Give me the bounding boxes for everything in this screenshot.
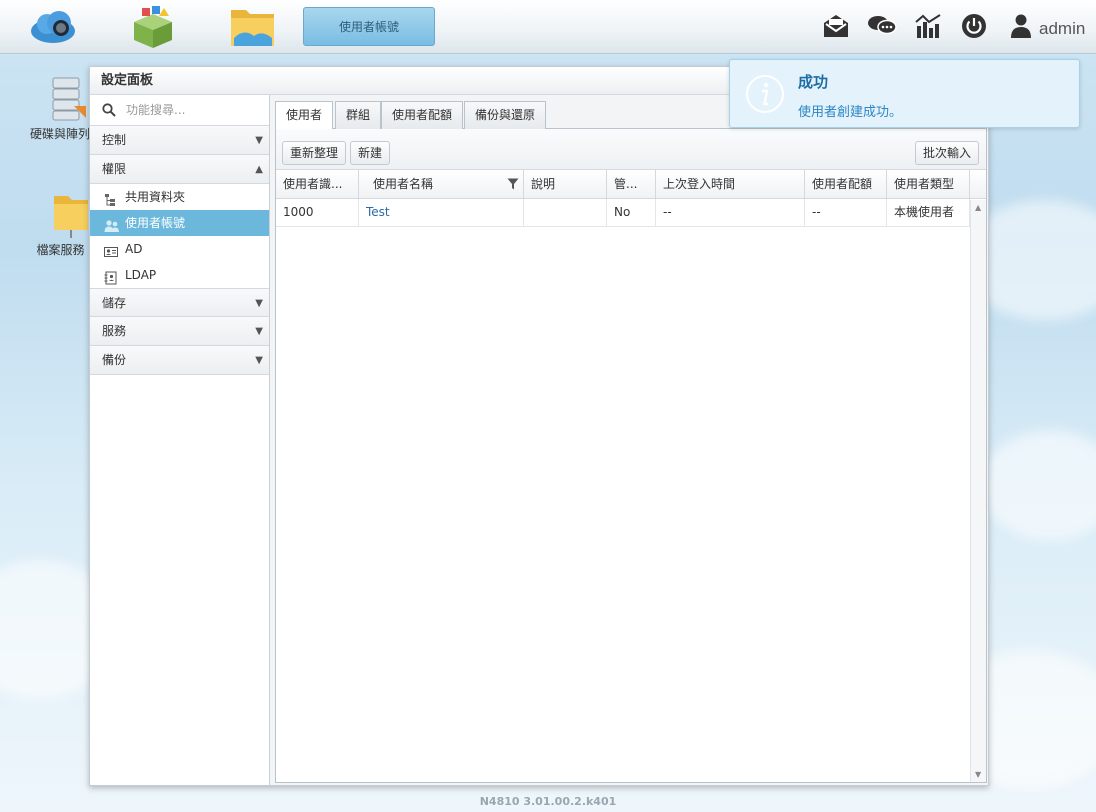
cell-user-quota: -- [805, 199, 887, 226]
settings-window: 設定面板 控制 ▼ 權限 ▲ 共用資料夾 使用者帳號 [89, 66, 989, 786]
taskbar: 使用者帳號 admin [0, 0, 1096, 54]
tab-user-quota[interactable]: 使用者配額 [381, 101, 464, 129]
firmware-version: N4810 3.01.00.2.k401 [479, 795, 617, 808]
file-service-icon [54, 196, 88, 238]
filter-icon[interactable] [507, 178, 519, 190]
notification-message: 使用者創建成功。 [798, 105, 903, 120]
scroll-up-icon[interactable]: ▲ [975, 203, 981, 212]
sidebar-section-control[interactable]: 控制 ▼ [90, 126, 269, 155]
chevron-down-icon: ▼ [255, 135, 263, 146]
cell-user-name[interactable]: Test [359, 199, 524, 226]
column-header-spacer [970, 170, 986, 198]
sidebar-item-ldap[interactable]: LDAP [90, 262, 269, 288]
address-book-icon [104, 268, 118, 285]
user-name[interactable]: admin [1039, 19, 1085, 39]
column-header-last-login[interactable]: 上次登入時間 [656, 170, 805, 198]
refresh-button[interactable]: 重新整理 [282, 141, 347, 165]
desktop-label-disk: 硬碟與陣列 [30, 127, 89, 141]
table-header: 使用者識... 使用者名稱 說明 管... 上次登入時間 使用者配額 使用者類型 [276, 169, 986, 199]
sidebar-item-label: LDAP [125, 268, 157, 282]
cell-user-type: 本機使用者 [887, 199, 970, 226]
system-monitor-icon[interactable] [914, 12, 942, 40]
cell-last-login: -- [656, 199, 805, 226]
sidebar-item-user-accounts[interactable]: 使用者帳號 [90, 210, 269, 236]
disk-array-icon [52, 77, 86, 121]
column-label: 使用者名稱 [373, 177, 434, 191]
sidebar-item-label: 使用者帳號 [125, 216, 186, 230]
column-header-user-id[interactable]: 使用者識... [276, 170, 359, 198]
search-icon [102, 103, 116, 117]
info-icon [746, 75, 784, 113]
section-label: 備份 [102, 353, 127, 367]
sidebar-section-backup[interactable]: 備份 ▼ [90, 346, 269, 375]
tab-groups[interactable]: 群組 [335, 101, 382, 129]
column-header-user-type[interactable]: 使用者類型 [887, 170, 970, 198]
sidebar-section-permissions[interactable]: 權限 ▲ [90, 155, 269, 184]
cell-user-id: 1000 [276, 199, 359, 226]
desktop-label-file-service: 檔案服務 [36, 243, 85, 257]
vertical-scrollbar[interactable]: ▲ ▼ [970, 200, 986, 782]
tab-users[interactable]: 使用者 [275, 101, 334, 130]
sidebar-section-services[interactable]: 服務 ▼ [90, 317, 269, 346]
sidebar: 控制 ▼ 權限 ▲ 共用資料夾 使用者帳號 AD [90, 95, 270, 785]
folder-tree-icon [104, 190, 118, 206]
cloud-app-icon[interactable] [28, 4, 78, 50]
user-icon[interactable] [1008, 12, 1036, 40]
chevron-down-icon: ▼ [255, 326, 263, 337]
cell-description [524, 199, 607, 226]
power-icon[interactable] [960, 12, 988, 40]
sidebar-item-ad[interactable]: AD [90, 236, 269, 262]
success-notification: 成功 使用者創建成功。 [729, 59, 1080, 128]
mail-icon[interactable] [822, 12, 850, 40]
sidebar-section-storage[interactable]: 儲存 ▼ [90, 288, 269, 317]
section-label: 權限 [102, 162, 127, 176]
sidebar-item-label: 共用資料夾 [125, 190, 186, 204]
search-input[interactable] [126, 103, 266, 117]
sidebar-item-shared-folder[interactable]: 共用資料夾 [90, 184, 269, 210]
content-area: 使用者 群組 使用者配額 備份與還原 重新整理 新建 批次輸入 使用者識... … [275, 99, 987, 783]
users-panel: 重新整理 新建 批次輸入 使用者識... 使用者名稱 說明 管... 上次登入時… [275, 129, 987, 783]
cell-admin: No [607, 199, 656, 226]
sidebar-item-label: AD [125, 242, 143, 256]
chevron-down-icon: ▼ [255, 355, 263, 366]
column-header-description[interactable]: 說明 [524, 170, 607, 198]
id-card-icon [104, 242, 118, 257]
file-manager-icon[interactable] [228, 4, 278, 50]
toolbar: 重新整理 新建 批次輸入 [276, 129, 986, 169]
scroll-down-icon[interactable]: ▼ [975, 770, 981, 779]
column-header-user-quota[interactable]: 使用者配額 [805, 170, 887, 198]
tab-backup-restore[interactable]: 備份與還原 [464, 101, 547, 129]
users-icon [104, 216, 119, 232]
chevron-up-icon: ▲ [255, 164, 263, 175]
column-header-user-name[interactable]: 使用者名稱 [359, 170, 524, 198]
section-label: 服務 [102, 324, 127, 338]
chevron-down-icon: ▼ [255, 298, 263, 309]
app-center-icon[interactable] [128, 4, 178, 50]
notification-title: 成功 [798, 73, 829, 91]
section-label: 儲存 [102, 296, 127, 310]
column-header-admin[interactable]: 管... [607, 170, 656, 198]
chat-icon[interactable] [867, 12, 897, 40]
batch-input-button[interactable]: 批次輸入 [914, 141, 979, 165]
active-task-user-accounts[interactable]: 使用者帳號 [303, 7, 435, 46]
new-user-button[interactable]: 新建 [350, 141, 391, 165]
table-row[interactable]: 1000 Test No -- -- 本機使用者 [276, 199, 986, 227]
search-box [90, 95, 269, 126]
section-label: 控制 [102, 133, 127, 147]
